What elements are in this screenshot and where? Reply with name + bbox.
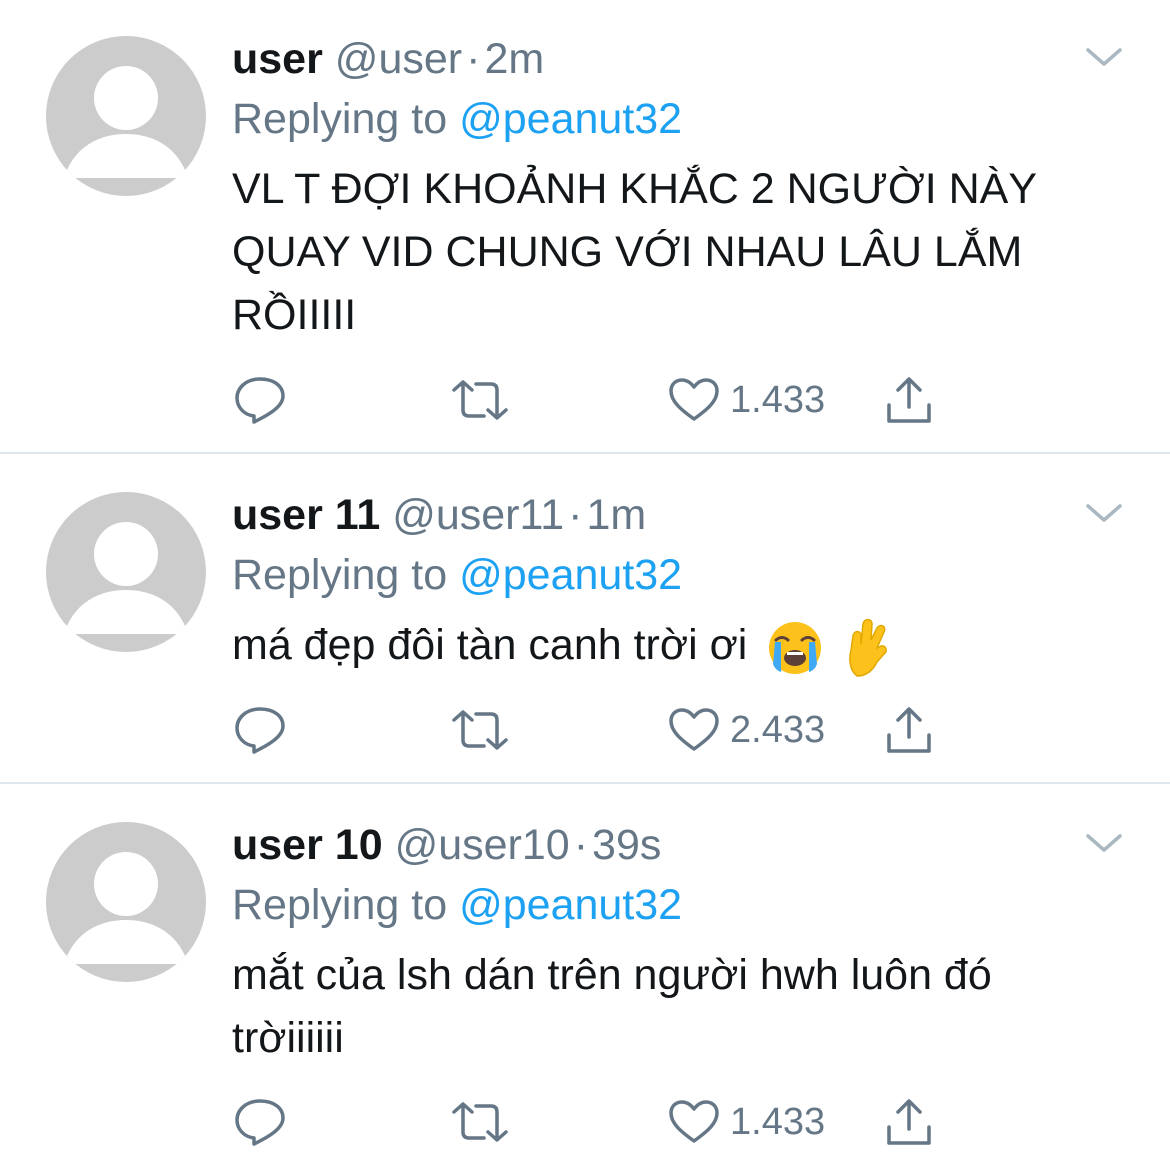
like-button[interactable]: 2.433	[668, 700, 825, 760]
retweet-icon	[452, 380, 508, 420]
user-handle[interactable]: @user	[335, 35, 462, 83]
like-count: 2.433	[730, 708, 826, 751]
retweet-icon	[452, 710, 508, 750]
reply-mention-link[interactable]: @peanut32	[459, 95, 682, 143]
tweet-text: mắt của lsh dán trên người hwh luôn đó t…	[232, 951, 992, 1062]
crossed-fingers-icon	[849, 618, 888, 677]
user-handle[interactable]: @user10	[395, 821, 570, 869]
reply-button[interactable]	[232, 700, 288, 760]
loudly-crying-face-icon	[769, 621, 822, 674]
chevron-down-icon[interactable]	[1084, 42, 1124, 72]
display-name[interactable]: user	[232, 35, 323, 83]
timestamp[interactable]: 39s	[592, 821, 661, 869]
tweet-text-container: má đẹp đôi tàn canh trời ơi	[232, 614, 1112, 678]
tweet-divider	[0, 782, 1170, 784]
separator: ·	[568, 491, 583, 539]
tweet-header: user 10 @user10·39s	[232, 820, 661, 870]
replying-to-label: Replying to	[232, 881, 448, 929]
replying-to: Replying to @peanut32	[232, 550, 682, 600]
action-bar: 1.433	[232, 370, 952, 430]
tweet[interactable]: user 11 @user11·1m Replying to @peanut32…	[0, 456, 1170, 782]
replying-to: Replying to @peanut32	[232, 880, 682, 930]
tweet-text: má đẹp đôi tàn canh trời ơi	[232, 621, 748, 669]
like-button[interactable]: 1.433	[668, 1092, 825, 1152]
user-handle[interactable]: @user11	[392, 491, 564, 539]
avatar[interactable]	[46, 492, 206, 652]
heart-icon	[669, 378, 719, 421]
tweet-header: user @user·2m	[232, 34, 544, 84]
chevron-down-icon[interactable]	[1084, 828, 1124, 858]
display-name[interactable]: user 11	[232, 491, 380, 539]
replying-to: Replying to @peanut32	[232, 94, 682, 144]
tweet-divider	[0, 452, 1170, 454]
reply-icon	[235, 707, 285, 754]
reply-mention-link[interactable]: @peanut32	[459, 881, 682, 929]
tweet[interactable]: user 10 @user10·39s Replying to @peanut3…	[0, 786, 1170, 1175]
share-icon	[887, 707, 931, 753]
avatar[interactable]	[46, 36, 206, 196]
share-button[interactable]	[884, 370, 934, 430]
avatar[interactable]	[46, 822, 206, 982]
separator: ·	[466, 35, 481, 83]
retweet-button[interactable]	[450, 700, 510, 760]
replying-to-label: Replying to	[232, 551, 448, 599]
tweet-header: user 11 @user11·1m	[232, 490, 646, 540]
reply-mention-link[interactable]: @peanut32	[459, 551, 682, 599]
reply-button[interactable]	[232, 370, 288, 430]
retweet-icon	[452, 1102, 508, 1142]
reply-icon	[235, 1099, 285, 1146]
reply-button[interactable]	[232, 1092, 288, 1152]
timestamp[interactable]: 2m	[484, 35, 544, 83]
replying-to-label: Replying to	[232, 95, 448, 143]
retweet-button[interactable]	[450, 1092, 510, 1152]
like-count: 1.433	[730, 378, 826, 421]
reply-icon	[235, 377, 285, 424]
default-avatar-icon	[64, 66, 188, 178]
share-icon	[887, 377, 931, 423]
heart-icon	[669, 1100, 719, 1143]
tweet-text: VL T ĐỢI KHOẢNH KHẮC 2 NGƯỜI NÀY QUAY VI…	[232, 165, 1037, 339]
tweet[interactable]: user @user·2m Replying to @peanut32 VL T…	[0, 0, 1170, 452]
action-bar: 1.433	[232, 1092, 952, 1152]
separator: ·	[573, 821, 589, 869]
default-avatar-icon	[64, 522, 188, 634]
timestamp[interactable]: 1m	[586, 491, 646, 539]
heart-icon	[669, 708, 719, 751]
like-button[interactable]: 1.433	[668, 370, 825, 430]
action-bar: 2.433	[232, 700, 952, 760]
default-avatar-icon	[64, 852, 188, 964]
share-icon	[887, 1099, 931, 1145]
retweet-button[interactable]	[450, 370, 510, 430]
chevron-down-icon[interactable]	[1084, 498, 1124, 528]
like-count: 1.433	[730, 1100, 826, 1143]
share-button[interactable]	[884, 1092, 934, 1152]
display-name[interactable]: user 10	[232, 821, 383, 869]
share-button[interactable]	[884, 700, 934, 760]
